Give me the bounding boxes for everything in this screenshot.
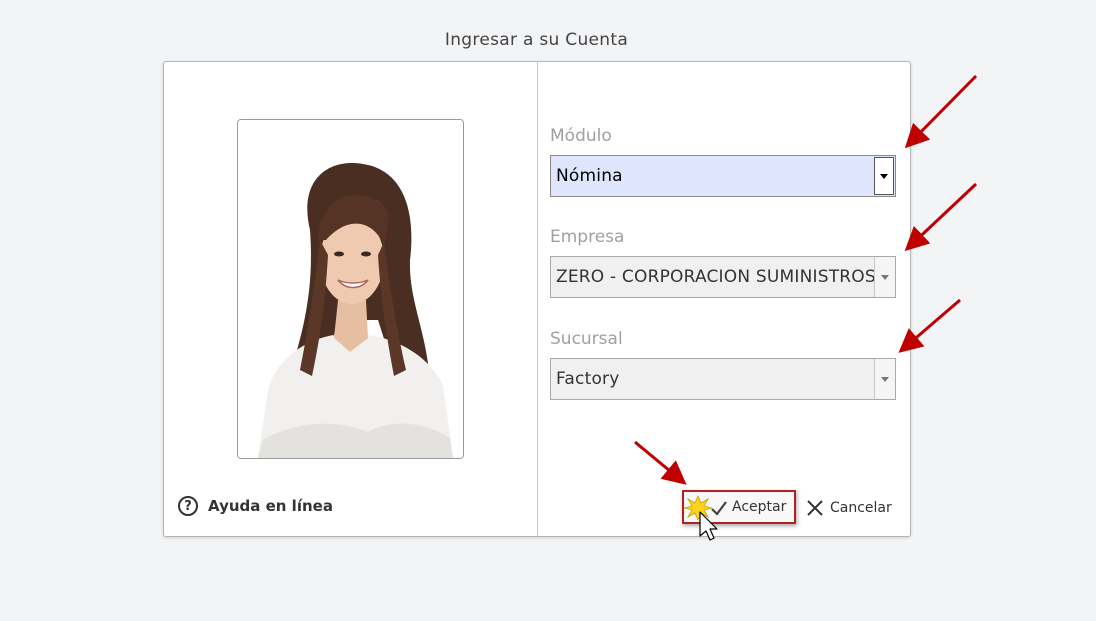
user-photo bbox=[237, 119, 464, 459]
login-dialog: ? Ayuda en línea Módulo Nómina Empresa Z… bbox=[163, 61, 911, 537]
login-screen: Ingresar a su Cuenta ? Ayuda en línea Mó… bbox=[0, 0, 1096, 621]
help-online-label: Ayuda en línea bbox=[208, 497, 333, 515]
dialog-title: Ingresar a su Cuenta bbox=[444, 30, 629, 50]
sucursal-select-value: Factory bbox=[556, 369, 620, 389]
annotation-arrow-sucursal bbox=[898, 298, 961, 353]
chevron-down-icon bbox=[880, 173, 888, 179]
modulo-label: Módulo bbox=[550, 126, 612, 146]
sucursal-label: Sucursal bbox=[550, 329, 623, 349]
chevron-down-icon bbox=[881, 274, 889, 280]
accept-button[interactable]: Aceptar bbox=[682, 490, 796, 524]
empresa-dropdown-button[interactable] bbox=[874, 257, 895, 297]
empresa-select[interactable]: ZERO - CORPORACION SUMINISTROS bbox=[550, 256, 896, 298]
question-circle-icon: ? bbox=[178, 496, 198, 516]
sucursal-dropdown-button[interactable] bbox=[874, 359, 895, 399]
accept-button-label: Aceptar bbox=[732, 499, 787, 515]
checkmark-icon bbox=[684, 494, 727, 522]
panel-divider bbox=[537, 62, 538, 536]
modulo-select-value: Nómina bbox=[556, 166, 623, 186]
modulo-select[interactable]: Nómina bbox=[550, 155, 896, 197]
cancel-button[interactable]: Cancelar bbox=[806, 495, 892, 521]
cancel-button-label: Cancelar bbox=[830, 500, 892, 516]
empresa-select-value: ZERO - CORPORACION SUMINISTROS bbox=[556, 267, 874, 287]
annotation-arrow-empresa bbox=[904, 182, 978, 252]
help-online-link[interactable]: ? Ayuda en línea bbox=[178, 496, 333, 516]
woman-portrait-image bbox=[238, 120, 463, 458]
close-icon bbox=[807, 500, 823, 516]
chevron-down-icon bbox=[881, 376, 889, 382]
annotation-arrow-modulo bbox=[904, 74, 978, 149]
empresa-label: Empresa bbox=[550, 227, 625, 247]
sucursal-select[interactable]: Factory bbox=[550, 358, 896, 400]
modulo-dropdown-button[interactable] bbox=[874, 157, 894, 195]
